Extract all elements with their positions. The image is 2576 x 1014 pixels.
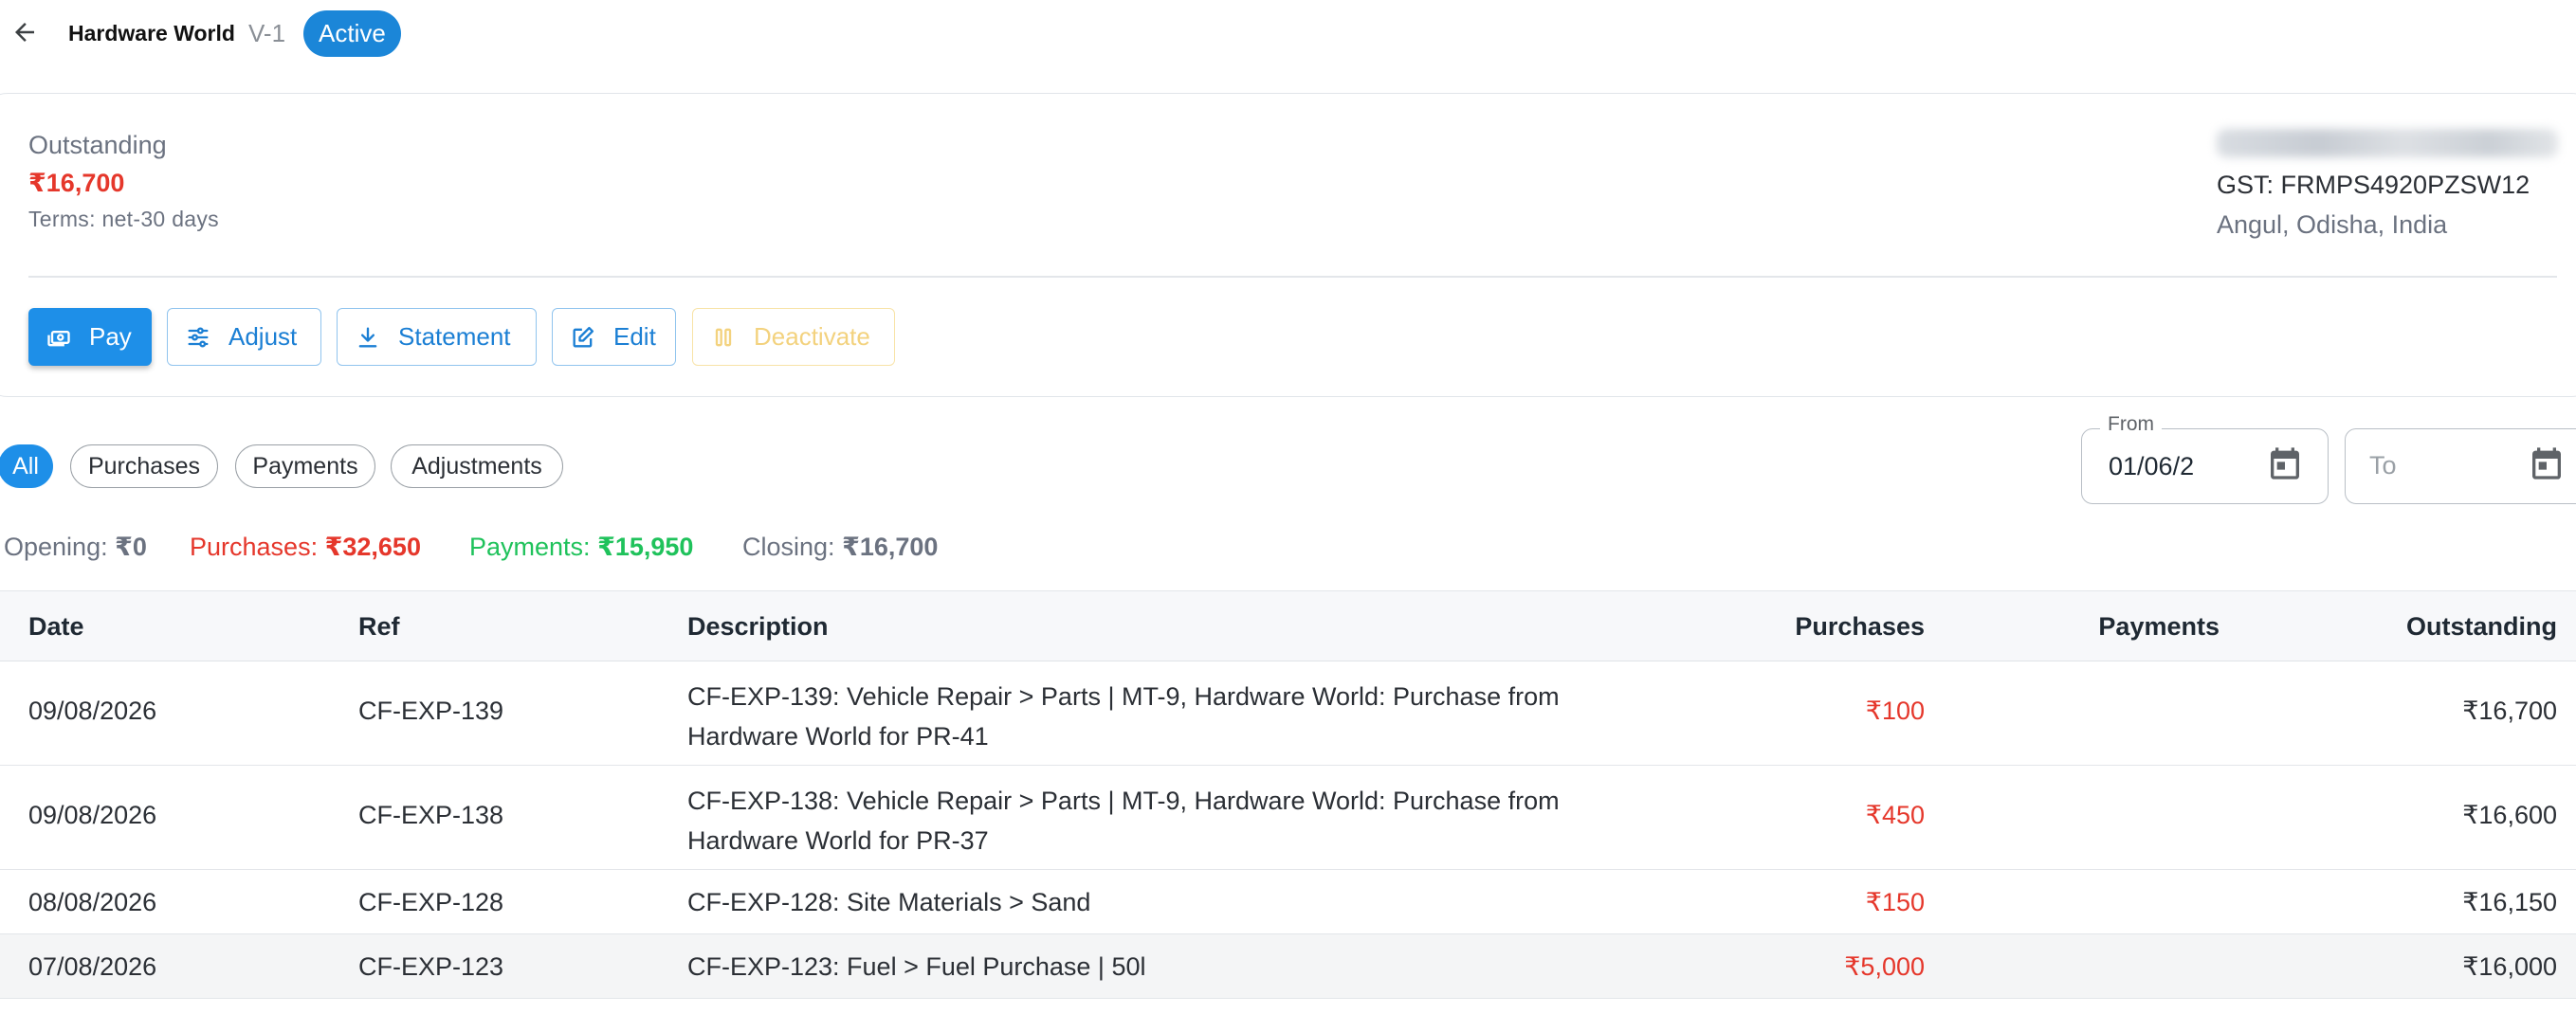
- pay-button[interactable]: Pay: [28, 308, 152, 366]
- payments-total: Payments: ₹15,950: [469, 533, 693, 562]
- cell-purchases: ₹450: [1865, 801, 1925, 829]
- cell-outstanding: ₹16,150: [2462, 888, 2557, 916]
- calendar-icon[interactable]: [2528, 444, 2566, 482]
- payments-total-value: ₹15,950: [597, 533, 694, 561]
- cell-outstanding: ₹16,000: [2462, 952, 2557, 981]
- cell-description: CF-EXP-128: Site Materials > Sand: [687, 888, 1091, 916]
- vendor-code: V-1: [248, 19, 286, 47]
- back-button[interactable]: [8, 15, 42, 49]
- cell-ref: CF-EXP-128: [358, 888, 504, 916]
- purchases-total: Purchases: ₹32,650: [190, 533, 421, 562]
- cell-purchases: ₹5,000: [1844, 952, 1925, 981]
- arrow-left-icon: [15, 23, 34, 42]
- table-row[interactable]: 08/08/2026 CF-EXP-128 CF-EXP-128: Site M…: [0, 870, 2576, 934]
- opening-label: Opening:: [4, 533, 108, 561]
- table-row[interactable]: 09/08/2026 CF-EXP-139 CF-EXP-139: Vehicl…: [0, 661, 2576, 766]
- opening-total: Opening: ₹0: [4, 533, 147, 562]
- column-header-description[interactable]: Description: [687, 612, 829, 642]
- cell-description: CF-EXP-123: Fuel > Fuel Purchase | 50l: [687, 952, 1146, 981]
- deactivate-button-label: Deactivate: [754, 322, 870, 351]
- cell-outstanding: ₹16,700: [2462, 697, 2557, 725]
- outstanding-label: Outstanding: [28, 131, 167, 159]
- pay-button-label: Pay: [89, 322, 132, 351]
- cell-purchases: ₹100: [1865, 697, 1925, 725]
- payments-total-label: Payments:: [469, 533, 591, 561]
- closing-total: Closing: ₹16,700: [742, 533, 938, 562]
- cell-ref: CF-EXP-139: [358, 697, 504, 725]
- vendor-name: Hardware World: [68, 21, 235, 45]
- column-header-payments[interactable]: Payments: [2098, 612, 2220, 642]
- column-header-purchases[interactable]: Purchases: [1795, 612, 1925, 642]
- purchases-total-label: Purchases:: [190, 533, 319, 561]
- statement-button[interactable]: Statement: [337, 308, 537, 366]
- cash-icon: [47, 330, 70, 346]
- column-header-ref[interactable]: Ref: [358, 612, 400, 642]
- cell-date: 09/08/2026: [28, 697, 157, 725]
- gst-number: GST: FRMPS4920PZSW12: [2217, 171, 2530, 199]
- opening-value: ₹0: [115, 533, 147, 561]
- adjust-button-label: Adjust: [228, 322, 298, 351]
- closing-label: Closing:: [742, 533, 835, 561]
- redacted-contact: [2217, 129, 2558, 157]
- cell-purchases: ₹150: [1865, 888, 1925, 916]
- column-header-outstanding[interactable]: Outstanding: [2406, 612, 2557, 642]
- cell-ref: CF-EXP-138: [358, 801, 504, 829]
- from-date-value[interactable]: 01/06/2: [2109, 452, 2194, 481]
- cell-description: CF-EXP-138: Vehicle Repair > Parts | MT-…: [687, 787, 1560, 855]
- pause-icon: [715, 328, 732, 346]
- filter-chip-adjustments[interactable]: Adjustments: [391, 444, 563, 488]
- deactivate-button[interactable]: Deactivate: [692, 308, 895, 366]
- filter-chip-purchases[interactable]: Purchases: [70, 444, 218, 488]
- status-badge: Active: [303, 10, 401, 57]
- statement-button-label: Statement: [398, 322, 511, 351]
- cell-date: 07/08/2026: [28, 952, 157, 981]
- cell-description: CF-EXP-139: Vehicle Repair > Parts | MT-…: [687, 682, 1560, 751]
- to-date-placeholder: To: [2369, 451, 2397, 480]
- from-date-label: From: [2100, 413, 2162, 436]
- adjust-button[interactable]: Adjust: [167, 308, 321, 366]
- vendor-location: Angul, Odisha, India: [2217, 210, 2448, 239]
- edit-button-label: Edit: [613, 322, 656, 351]
- filter-chip-all[interactable]: All: [0, 444, 53, 488]
- table-row[interactable]: 07/08/2026 CF-EXP-123 CF-EXP-123: Fuel >…: [0, 934, 2576, 999]
- sliders-icon: [188, 327, 209, 347]
- cell-date: 09/08/2026: [28, 801, 157, 829]
- cell-date: 08/08/2026: [28, 888, 157, 916]
- cell-ref: CF-EXP-123: [358, 952, 504, 981]
- edit-button[interactable]: Edit: [552, 308, 676, 366]
- ledger-table: Date Ref Description Purchases Payments …: [0, 590, 2576, 999]
- calendar-icon[interactable]: [2266, 444, 2304, 482]
- outstanding-value: ₹16,700: [28, 169, 125, 197]
- card-divider: [28, 276, 2557, 278]
- page-header: Hardware World V-1 Active: [0, 0, 2576, 68]
- pencil-icon: [573, 326, 594, 347]
- download-icon: [358, 327, 377, 347]
- filter-chip-payments[interactable]: Payments: [235, 444, 375, 488]
- table-header: Date Ref Description Purchases Payments …: [0, 590, 2576, 661]
- column-header-date[interactable]: Date: [28, 612, 84, 642]
- purchases-total-value: ₹32,650: [324, 533, 421, 561]
- closing-value: ₹16,700: [842, 533, 939, 561]
- payment-terms: Terms: net-30 days: [28, 207, 219, 231]
- table-row[interactable]: 09/08/2026 CF-EXP-138 CF-EXP-138: Vehicl…: [0, 766, 2576, 870]
- cell-outstanding: ₹16,600: [2462, 801, 2557, 829]
